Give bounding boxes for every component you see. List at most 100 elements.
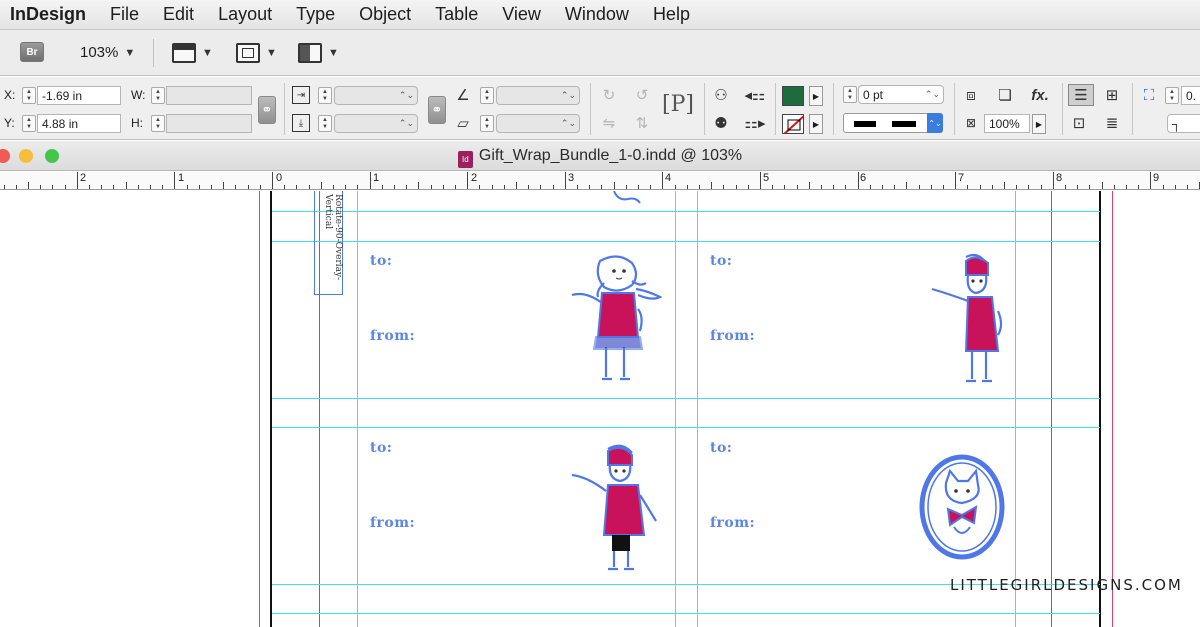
- constrain-proportions-icon[interactable]: ⚭: [258, 96, 276, 124]
- constrain-scale-icon[interactable]: ⚭: [428, 96, 446, 124]
- height-field[interactable]: [166, 114, 252, 133]
- stroke-type-dropdown[interactable]: ⌃⌄: [843, 113, 943, 133]
- girl-with-scarf-illustration[interactable]: [566, 251, 666, 391]
- h-stepper[interactable]: ▲ ▼: [151, 115, 165, 132]
- zoom-level-dropdown[interactable]: 103% ▼: [80, 44, 135, 61]
- rotate-stepper[interactable]: ▲ ▼: [480, 87, 494, 104]
- ruler-guide[interactable]: [272, 241, 1100, 242]
- y-stepper[interactable]: ▲ ▼: [22, 115, 36, 132]
- menu-edit[interactable]: Edit: [151, 4, 206, 25]
- x-stepper[interactable]: ▲ ▼: [22, 87, 36, 104]
- ruler-tick: [747, 185, 749, 189]
- ruler-tick: [28, 182, 29, 189]
- ruler-guide[interactable]: [272, 211, 1100, 212]
- menu-help[interactable]: Help: [641, 4, 702, 25]
- horizontal-ruler[interactable]: 2 1 0 1 2 3 4 5 6 7 8 9: [0, 172, 1200, 190]
- ruler-guide[interactable]: [357, 191, 358, 627]
- screen-mode-button[interactable]: ▼: [236, 43, 277, 63]
- tag-from-label[interactable]: from:: [710, 515, 755, 531]
- corner-size-stepper[interactable]: ▲ ▼: [1165, 87, 1179, 104]
- girl-with-coat-illustration[interactable]: [568, 439, 664, 579]
- flip-vertical-icon[interactable]: ⇅: [633, 114, 651, 132]
- ruler-tick: [625, 185, 627, 189]
- ruler-guide[interactable]: [697, 191, 698, 627]
- tag-to-label[interactable]: to:: [710, 440, 732, 456]
- cat-badge-illustration[interactable]: [916, 453, 1008, 561]
- arrange-documents-button[interactable]: ▼: [298, 43, 339, 63]
- drop-shadow-frame-icon[interactable]: ⧈: [962, 86, 980, 104]
- select-next-object-icon[interactable]: ⚏▸: [742, 114, 768, 132]
- text-wrap-object-shape-icon[interactable]: ⊡: [1070, 114, 1088, 132]
- ruler-guide[interactable]: [675, 191, 676, 627]
- stroke-weight-field[interactable]: 0 pt ⌃⌄: [858, 85, 944, 104]
- ruler-tick: [406, 185, 408, 189]
- tag-to-label[interactable]: to:: [370, 440, 392, 456]
- menu-table[interactable]: Table: [423, 4, 490, 25]
- ruler-tick: [381, 185, 383, 189]
- ruler-tick: [211, 185, 212, 189]
- select-content-icon[interactable]: ⚉: [712, 114, 730, 132]
- menu-object[interactable]: Object: [347, 4, 423, 25]
- select-container-icon[interactable]: ⚇: [712, 86, 730, 104]
- rotate-counterclockwise-icon[interactable]: ↺: [633, 86, 651, 104]
- ruler-tick: [503, 185, 505, 189]
- rotate-angle-field[interactable]: ⌃⌄: [496, 86, 580, 105]
- menu-layout[interactable]: Layout: [206, 4, 284, 25]
- ruler-tick: [711, 182, 713, 189]
- scale-y-stepper[interactable]: ▲ ▼: [318, 115, 332, 132]
- stroke-weight-stepper[interactable]: ▲ ▼: [843, 86, 857, 103]
- shear-stepper[interactable]: ▲ ▼: [480, 115, 494, 132]
- paragraph-p-glyph: P: [670, 92, 686, 117]
- scale-y-field[interactable]: ⌃⌄: [334, 114, 418, 133]
- pasteboard[interactable]: Rotate-90-Overlay-Vertical to: from: to:…: [0, 191, 1200, 627]
- y-position-field[interactable]: 4.88 in: [37, 114, 121, 133]
- ruler-label: 6: [860, 172, 867, 184]
- view-options-button[interactable]: ▼: [172, 43, 213, 63]
- scale-x-field[interactable]: ⌃⌄: [334, 86, 418, 105]
- corner-size-field[interactable]: 0.: [1181, 86, 1200, 105]
- menu-type[interactable]: Type: [284, 4, 347, 25]
- girl-with-hat-illustration[interactable]: [928, 251, 1018, 391]
- tag-from-label[interactable]: from:: [710, 328, 755, 344]
- tag-from-label[interactable]: from:: [370, 328, 415, 344]
- shear-angle-field[interactable]: ⌃⌄: [496, 114, 580, 133]
- flip-horizontal-icon[interactable]: ⇋: [600, 114, 618, 132]
- menu-view[interactable]: View: [490, 4, 553, 25]
- opacity-field[interactable]: 100%: [984, 114, 1030, 133]
- rotate-clockwise-icon[interactable]: ↻: [600, 86, 618, 104]
- ruler-tick: [40, 185, 42, 189]
- ruler-guide[interactable]: [272, 613, 1100, 614]
- ruler-guide[interactable]: [272, 427, 1100, 428]
- menu-window[interactable]: Window: [553, 4, 641, 25]
- tag-to-label[interactable]: to:: [710, 253, 732, 269]
- partial-illustration[interactable]: [608, 191, 648, 205]
- ruler-tick: [869, 185, 871, 189]
- text-wrap-none-icon[interactable]: ☰: [1068, 84, 1094, 106]
- slug-text-frame[interactable]: Rotate-90-Overlay-Vertical: [314, 191, 343, 295]
- menu-file[interactable]: File: [98, 4, 151, 25]
- ruler-tick: [894, 185, 896, 189]
- stroke-swatch-menu-button[interactable]: ▶: [809, 114, 823, 134]
- w-stepper[interactable]: ▲ ▼: [151, 87, 165, 104]
- select-previous-object-icon[interactable]: ◂⚏: [742, 86, 768, 104]
- drop-shadow-icon[interactable]: ❏: [996, 86, 1014, 104]
- scale-x-stepper[interactable]: ▲ ▼: [318, 87, 332, 104]
- bridge-button[interactable]: Br: [20, 42, 44, 62]
- chevron-down-icon: ▼: [328, 47, 339, 59]
- fill-swatch-menu-button[interactable]: ▶: [809, 86, 823, 106]
- ruler-tick: [967, 185, 969, 189]
- x-position-field[interactable]: -1.69 in: [37, 86, 121, 105]
- fill-swatch[interactable]: [782, 86, 804, 106]
- stroke-swatch-none[interactable]: [782, 114, 804, 134]
- width-field[interactable]: [166, 86, 252, 105]
- opacity-menu-button[interactable]: ▶: [1032, 114, 1046, 134]
- tag-to-label[interactable]: to:: [370, 253, 392, 269]
- ruler-guide[interactable]: [272, 398, 1100, 399]
- effects-fx-icon[interactable]: fx.: [1026, 86, 1054, 104]
- text-wrap-jump-object-icon[interactable]: ≣: [1103, 114, 1121, 132]
- tag-from-label[interactable]: from:: [370, 515, 415, 531]
- app-menu[interactable]: InDesign: [0, 4, 98, 25]
- auto-fit-frame-icon[interactable]: ⛶: [1140, 86, 1158, 104]
- text-wrap-bounding-box-icon[interactable]: ⊞: [1103, 86, 1121, 104]
- corner-shape-dropdown[interactable]: ┐: [1167, 114, 1200, 133]
